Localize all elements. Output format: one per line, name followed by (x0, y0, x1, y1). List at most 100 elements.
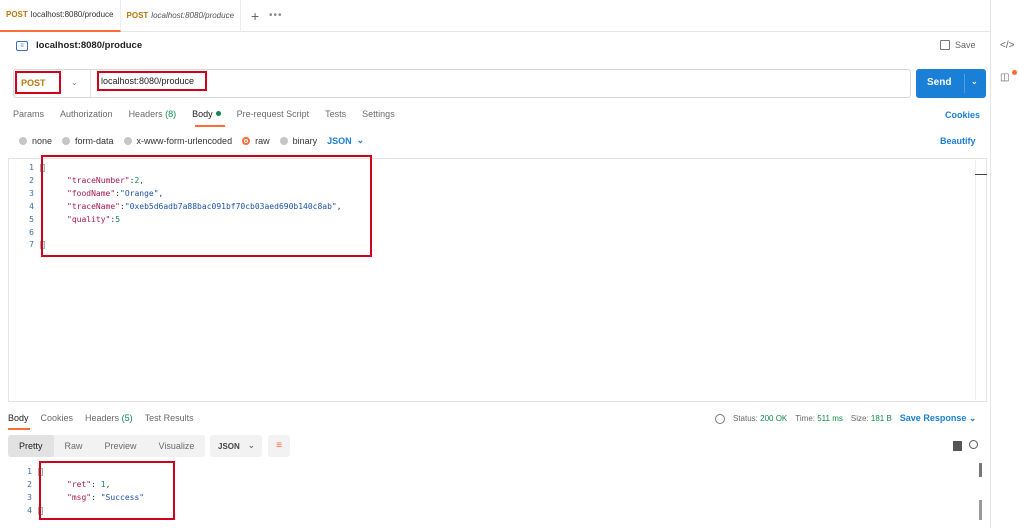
response-view-modes: Pretty Raw Preview Visualize (8, 435, 206, 457)
save-response-button[interactable]: Save Response ⌄ (900, 413, 977, 424)
radio-label: binary (292, 135, 318, 146)
copy-icon[interactable] (953, 441, 962, 451)
radio-icon (19, 136, 27, 145)
request-options-tabs: Params Authorization Headers (8) Body Pr… (13, 109, 395, 119)
response-headers-count: (5) (121, 413, 133, 423)
highlight-box (39, 461, 175, 520)
radio-label: form-data (75, 135, 114, 146)
beautify-link[interactable]: Beautify (940, 136, 976, 146)
tab-pre-request-script[interactable]: Pre-request Script (237, 109, 310, 119)
response-scroll-thumb[interactable] (979, 463, 982, 477)
highlight-box (41, 155, 372, 257)
radio-binary[interactable]: binary (279, 135, 318, 146)
tab-response-headers[interactable]: Headers (5) (85, 413, 133, 423)
line-number: 3 (29, 188, 34, 198)
chevron-down-icon: ⌄ (968, 413, 977, 423)
tab-tests[interactable]: Tests (325, 109, 346, 119)
send-button[interactable]: Send ⌄ (916, 69, 986, 98)
status[interactable]: Status: 200 OK (733, 414, 787, 423)
status-value: 200 OK (760, 414, 788, 423)
view-raw[interactable]: Raw (54, 435, 94, 457)
line-number: 1 (29, 163, 34, 172)
active-tab-underline (8, 428, 30, 430)
radio-icon (279, 136, 288, 145)
tab-test-results[interactable]: Test Results (145, 413, 194, 423)
url-bar: POST ⌄ localhost:8080/produce (13, 69, 911, 98)
globe-icon[interactable] (715, 413, 725, 424)
response-scroll-thumb[interactable] (979, 500, 982, 520)
view-preview[interactable]: Preview (94, 435, 148, 457)
size[interactable]: Size: 181 B (851, 414, 892, 423)
radio-raw[interactable]: raw (242, 136, 270, 146)
line-number: 2 (29, 175, 34, 185)
radio-none[interactable]: none (19, 136, 52, 146)
tab-method: POST (6, 10, 28, 19)
tab-body-label: Body (192, 109, 213, 119)
response-tabs: Body Cookies Headers (5) Test Results (8, 413, 194, 423)
size-label: Size: (850, 414, 869, 423)
view-visualize[interactable]: Visualize (148, 435, 206, 457)
radio-form-data[interactable]: form-data (62, 136, 114, 146)
search-icon[interactable] (969, 440, 978, 449)
tab-authorization[interactable]: Authorization (60, 109, 113, 119)
documentation-icon[interactable]: ◫ (1000, 72, 1009, 83)
time[interactable]: Time: 511 ms (795, 414, 843, 423)
time-value: 511 ms (817, 414, 843, 423)
tab-method: POST (126, 11, 149, 20)
tab-body[interactable]: Body (192, 109, 221, 119)
radio-label: raw (255, 135, 270, 146)
line-number: 6 (29, 227, 34, 237)
url-value: localhost:8080/produce (101, 76, 195, 86)
view-pretty[interactable]: Pretty (8, 435, 54, 457)
divider (964, 74, 965, 93)
size-value: 181 B (870, 414, 892, 423)
line-number: 2 (27, 479, 32, 489)
radio-icon (123, 136, 132, 145)
tab-headers[interactable]: Headers (8) (129, 109, 177, 119)
request-tab-2[interactable]: POST localhost:8080/produce (121, 0, 242, 32)
response-meta: Status: 200 OK Time: 511 ms Size: 181 B … (715, 413, 976, 424)
response-format-select[interactable]: JSON ⌄ (210, 435, 262, 457)
editor-scrollbar[interactable] (975, 160, 976, 400)
language-value: JSON (327, 135, 352, 146)
send-label: Send (927, 77, 952, 88)
line-number: 3 (27, 492, 32, 502)
tab-response-body[interactable]: Body (8, 413, 29, 423)
line-number: 4 (27, 505, 32, 515)
editor-scroll-thumb[interactable] (975, 174, 987, 175)
chevron-down-icon[interactable]: ⌄ (71, 78, 78, 87)
tab-settings[interactable]: Settings (362, 109, 395, 119)
radio-selected-icon (242, 136, 251, 145)
request-tabs-strip: POST localhost:8080/produce POST localho… (0, 0, 990, 32)
status-label: Status: (733, 414, 758, 423)
request-header: ≡ localhost:8080/produce (16, 40, 142, 51)
method-select[interactable]: POST (15, 71, 61, 94)
cookies-link[interactable]: Cookies (945, 110, 980, 120)
request-tab-1[interactable]: POST localhost:8080/produce (0, 0, 121, 32)
wrap-lines-icon[interactable]: ≡ (268, 435, 290, 457)
radio-urlencoded[interactable]: x-www-form-urlencoded (123, 136, 232, 146)
request-title[interactable]: localhost:8080/produce (36, 40, 142, 51)
chevron-down-icon: ⌄ (356, 135, 365, 145)
format-value: JSON (218, 442, 240, 451)
line-number: 5 (29, 214, 34, 224)
save-button[interactable]: Save (940, 40, 976, 50)
body-type-selector: none form-data x-www-form-urlencoded raw… (19, 135, 364, 146)
save-response-label: Save Response (899, 413, 967, 423)
body-indicator-dot (215, 111, 221, 116)
code-icon[interactable]: </> (1000, 40, 1014, 51)
new-tab-button[interactable]: + (241, 8, 269, 24)
divider (90, 70, 91, 97)
active-tab-underline (195, 125, 225, 127)
tab-response-headers-label: Headers (85, 413, 120, 423)
tab-params[interactable]: Params (13, 109, 44, 119)
tab-response-cookies[interactable]: Cookies (41, 413, 74, 423)
right-sidebar: </> ◫ (990, 0, 1019, 528)
save-label: Save (955, 40, 976, 50)
notification-dot (1012, 70, 1017, 75)
language-select[interactable]: JSON ⌄ (327, 135, 364, 146)
chevron-down-icon[interactable]: ⌄ (971, 77, 978, 86)
url-input[interactable]: localhost:8080/produce (97, 71, 207, 91)
more-tabs-button[interactable]: ••• (269, 10, 283, 21)
http-request-icon: ≡ (16, 40, 28, 51)
